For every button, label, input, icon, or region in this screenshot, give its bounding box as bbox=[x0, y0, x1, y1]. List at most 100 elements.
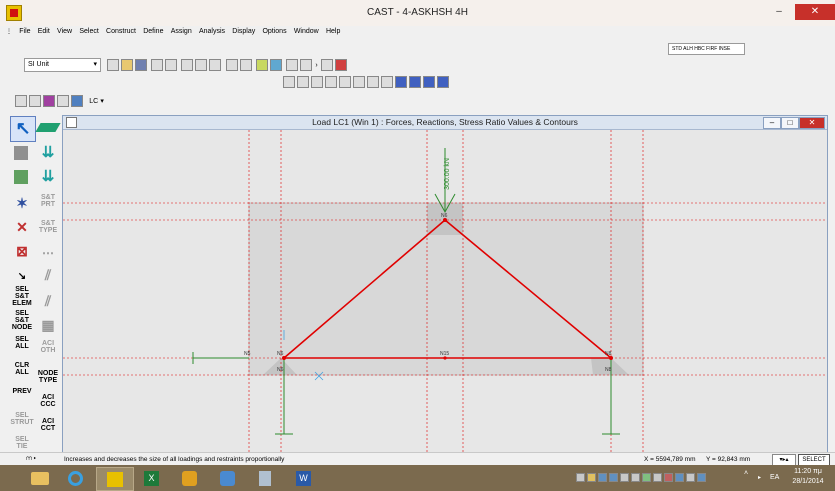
tray-icon-7[interactable] bbox=[642, 473, 651, 482]
member-tool[interactable]: ✕ bbox=[10, 216, 34, 240]
tray-icon-1[interactable] bbox=[576, 473, 585, 482]
taskbar-ie[interactable] bbox=[58, 467, 94, 489]
arrow-left-icon[interactable] bbox=[395, 76, 407, 88]
menu-view[interactable]: View bbox=[57, 28, 72, 35]
arrow-down-icon[interactable] bbox=[437, 76, 449, 88]
child-close-button[interactable]: ✕ bbox=[799, 117, 825, 129]
copy-icon[interactable] bbox=[195, 59, 208, 71]
prev-button[interactable]: PREV bbox=[10, 388, 34, 412]
tray-icon-2[interactable] bbox=[587, 473, 596, 482]
taskbar-app[interactable] bbox=[172, 467, 208, 489]
zoom-out-icon[interactable] bbox=[311, 76, 323, 88]
cut-icon[interactable] bbox=[181, 59, 194, 71]
menu-assign[interactable]: Assign bbox=[171, 28, 192, 35]
sel-node-button[interactable]: SEL S&T NODE bbox=[10, 310, 34, 334]
node-icon[interactable] bbox=[15, 95, 27, 107]
distributed-load-tool[interactable]: ⇊ bbox=[36, 142, 60, 166]
properties-icon[interactable] bbox=[320, 59, 333, 71]
menu-file[interactable]: File bbox=[19, 28, 30, 35]
language-indicator[interactable]: EA bbox=[770, 474, 779, 481]
chart-icon[interactable] bbox=[300, 59, 313, 71]
sel-all-button[interactable]: SEL ALL bbox=[10, 336, 34, 360]
boundary-tool[interactable] bbox=[10, 142, 34, 166]
tray-icon-8[interactable] bbox=[653, 473, 662, 482]
menu-help[interactable]: Help bbox=[326, 28, 340, 35]
zoom-all-icon[interactable] bbox=[325, 76, 337, 88]
arrow-right-blue-icon[interactable] bbox=[409, 76, 421, 88]
paste-icon[interactable] bbox=[209, 59, 222, 71]
redo-icon[interactable] bbox=[239, 59, 252, 71]
save-icon[interactable] bbox=[135, 59, 147, 71]
sel-elem-button[interactable]: SEL S&T ELEM bbox=[10, 286, 34, 310]
tray-icons[interactable] bbox=[575, 472, 735, 484]
menu-construct[interactable]: Construct bbox=[106, 28, 136, 35]
chevron-up-icon[interactable]: ˄ bbox=[744, 470, 748, 477]
child-restore-button[interactable]: □ bbox=[781, 117, 799, 129]
clock-time[interactable]: 11:20 πμ bbox=[790, 468, 826, 475]
point-load-tool[interactable]: ⇊ bbox=[36, 166, 60, 190]
arrow-right-icon[interactable]: › bbox=[315, 62, 317, 69]
arrow-up-icon[interactable] bbox=[423, 76, 435, 88]
open-file-icon[interactable] bbox=[121, 59, 133, 71]
volume-icon[interactable]: ▸ bbox=[758, 474, 761, 481]
pan-icon[interactable] bbox=[367, 76, 379, 88]
menu-define[interactable]: Define bbox=[143, 28, 163, 35]
image-icon[interactable] bbox=[269, 59, 282, 71]
st-type-button[interactable]: S&T TYPE bbox=[36, 220, 60, 244]
taskbar-word[interactable]: W bbox=[286, 467, 322, 489]
tray-icon-11[interactable] bbox=[686, 473, 695, 482]
tray-icon-6[interactable] bbox=[631, 473, 640, 482]
tray-icon-9[interactable] bbox=[664, 473, 673, 482]
menu-analysis[interactable]: Analysis bbox=[199, 28, 225, 35]
aci-oth-button[interactable]: ACI OTH bbox=[36, 340, 60, 364]
color-icon[interactable] bbox=[334, 59, 347, 71]
truss-canvas[interactable]: 300.00 kN N6 N6 N8 N15 N5 N6 N8 bbox=[63, 130, 827, 452]
taskbar-cast[interactable] bbox=[96, 467, 134, 491]
menu-display[interactable]: Display bbox=[232, 28, 255, 35]
sel-strut-button[interactable]: SEL STRUT bbox=[10, 412, 34, 436]
tray-icon-4[interactable] bbox=[609, 473, 618, 482]
line-tool[interactable]: ⋯ bbox=[36, 242, 60, 266]
contour-icon[interactable] bbox=[43, 95, 55, 107]
taskbar-explorer[interactable] bbox=[22, 467, 58, 489]
graph-icon[interactable] bbox=[71, 95, 83, 107]
node-type-button[interactable]: NODE TYPE bbox=[36, 370, 60, 394]
tray-icon-5[interactable] bbox=[620, 473, 629, 482]
taskbar-excel[interactable]: X bbox=[134, 467, 170, 489]
chevron-down-icon[interactable]: ▾ bbox=[100, 98, 104, 105]
lc-label[interactable]: LC bbox=[89, 98, 98, 105]
strut-tie-tool[interactable]: ✶ bbox=[10, 192, 34, 216]
new-file-icon[interactable] bbox=[107, 59, 119, 71]
zoom-dynamic-icon[interactable] bbox=[353, 76, 365, 88]
undo-icon[interactable] bbox=[225, 59, 238, 71]
taskbar-media[interactable] bbox=[210, 467, 246, 489]
slant-tool[interactable]: ⫽ bbox=[36, 264, 60, 288]
taskbar-calculator[interactable] bbox=[248, 467, 284, 489]
menu-select[interactable]: Select bbox=[79, 28, 98, 35]
rotate-tool[interactable] bbox=[10, 166, 34, 190]
tray-icon-3[interactable] bbox=[598, 473, 607, 482]
menu-options[interactable]: Options bbox=[262, 28, 286, 35]
zoom-window-icon[interactable] bbox=[283, 76, 295, 88]
child-minimize-button[interactable]: – bbox=[763, 117, 781, 129]
clr-all-button[interactable]: CLR ALL bbox=[10, 362, 34, 386]
rotate-icon[interactable] bbox=[381, 76, 393, 88]
slash-tool[interactable]: ⫽ bbox=[36, 290, 60, 314]
zoom-in-icon[interactable] bbox=[297, 76, 309, 88]
hatch-tool[interactable]: ▦ bbox=[36, 314, 60, 338]
zoom-prev-icon[interactable] bbox=[339, 76, 351, 88]
display-options-dropdown[interactable]: STD ALH HBC FIRF INSE bbox=[668, 43, 745, 55]
plane-tool[interactable] bbox=[35, 116, 61, 140]
tray-icon-12[interactable] bbox=[697, 473, 706, 482]
print-preview-icon[interactable] bbox=[165, 59, 178, 71]
unit-select[interactable]: SI Unit ▾ bbox=[24, 58, 101, 72]
pointer-tool[interactable]: ↖ bbox=[10, 116, 36, 142]
aci-cct-button[interactable]: ACI CCT bbox=[36, 418, 60, 442]
st-prt-button[interactable]: S&T PRT bbox=[36, 194, 60, 218]
close-button[interactable]: ✕ bbox=[795, 4, 835, 20]
aci-ccc-button[interactable]: ACI CCC bbox=[36, 394, 60, 418]
delete-tool[interactable]: ⊠ bbox=[10, 240, 34, 264]
print-icon[interactable] bbox=[151, 59, 164, 71]
tray-icon-10[interactable] bbox=[675, 473, 684, 482]
menu-window[interactable]: Window bbox=[294, 28, 319, 35]
